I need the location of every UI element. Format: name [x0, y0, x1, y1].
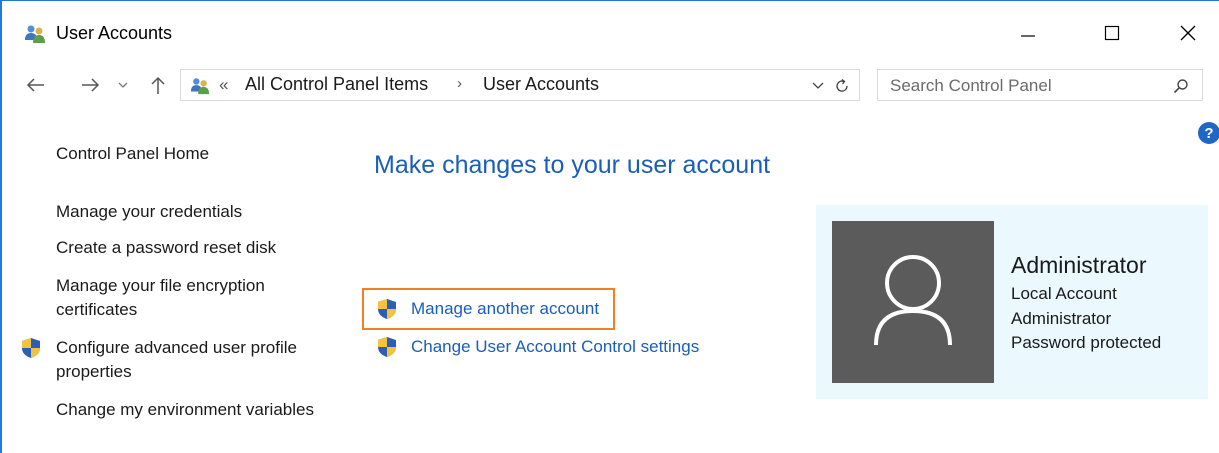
page-title: Make changes to your user account — [374, 151, 771, 179]
minimize-icon — [1021, 35, 1035, 37]
chevron-down-icon — [118, 82, 128, 88]
maximize-icon — [1104, 25, 1120, 41]
search-box[interactable] — [877, 69, 1203, 102]
breadcrumb-all-control-panel-items[interactable]: All Control Panel Items — [245, 74, 428, 95]
arrow-right-icon — [82, 78, 100, 92]
refresh-icon — [836, 78, 848, 92]
chevron-down-icon — [812, 82, 824, 89]
arrow-left-icon — [26, 78, 44, 92]
avatar — [832, 221, 994, 383]
maximize-button[interactable] — [1092, 13, 1132, 53]
recent-locations-button[interactable] — [116, 73, 130, 97]
manage-another-account-link[interactable]: Manage another account — [362, 288, 616, 330]
minimize-button[interactable] — [1008, 13, 1048, 53]
forward-button[interactable] — [78, 73, 102, 97]
close-button[interactable] — [1168, 13, 1208, 53]
user-silhouette-icon — [874, 255, 952, 346]
users-icon — [25, 25, 45, 43]
address-bar[interactable]: « All Control Panel Items › User Account… — [180, 69, 860, 101]
users-icon — [190, 78, 210, 95]
refresh-button[interactable] — [831, 75, 853, 97]
window-title: User Accounts — [56, 23, 173, 43]
arrow-up-icon — [151, 76, 165, 94]
up-button[interactable] — [146, 73, 170, 97]
account-password-status: Password protected — [1011, 333, 1162, 352]
file-encryption-certificates-link[interactable]: Manage your file encryption certificates — [56, 274, 326, 322]
account-type: Local Account — [1011, 284, 1117, 303]
account-panel: Administrator Local Account Administrato… — [816, 205, 1208, 399]
back-button[interactable] — [24, 73, 48, 97]
password-reset-disk-link[interactable]: Create a password reset disk — [56, 236, 276, 260]
change-uac-settings-link[interactable]: Change User Account Control settings — [376, 335, 699, 359]
advanced-user-profile-link[interactable]: Configure advanced user profile properti… — [56, 336, 316, 384]
account-role: Administrator — [1011, 309, 1112, 328]
change-uac-settings-label: Change User Account Control settings — [411, 337, 700, 356]
search-icon[interactable] — [1170, 75, 1192, 97]
title-bar: User Accounts — [2, 1, 1219, 53]
account-name: Administrator — [1011, 252, 1147, 278]
navigation-bar: « All Control Panel Items › User Account… — [2, 63, 1219, 107]
manage-credentials-link[interactable]: Manage your credentials — [56, 200, 242, 224]
control-panel-home-link[interactable]: Control Panel Home — [56, 142, 209, 166]
close-icon — [1180, 25, 1196, 41]
breadcrumb-overflow[interactable]: « — [219, 75, 228, 95]
uac-shield-icon — [378, 299, 396, 319]
address-dropdown-button[interactable] — [809, 76, 827, 96]
user-accounts-window: User Accounts « All Control Panel Items … — [0, 0, 1219, 453]
manage-another-account-label: Manage another account — [411, 299, 600, 318]
breadcrumb-separator[interactable]: › — [457, 75, 462, 92]
environment-variables-link[interactable]: Change my environment variables — [56, 398, 316, 422]
help-icon[interactable]: ? — [1198, 122, 1219, 144]
uac-shield-icon — [22, 338, 40, 358]
uac-shield-icon — [378, 337, 396, 357]
search-input[interactable] — [878, 70, 1172, 102]
breadcrumb-user-accounts[interactable]: User Accounts — [483, 74, 599, 95]
